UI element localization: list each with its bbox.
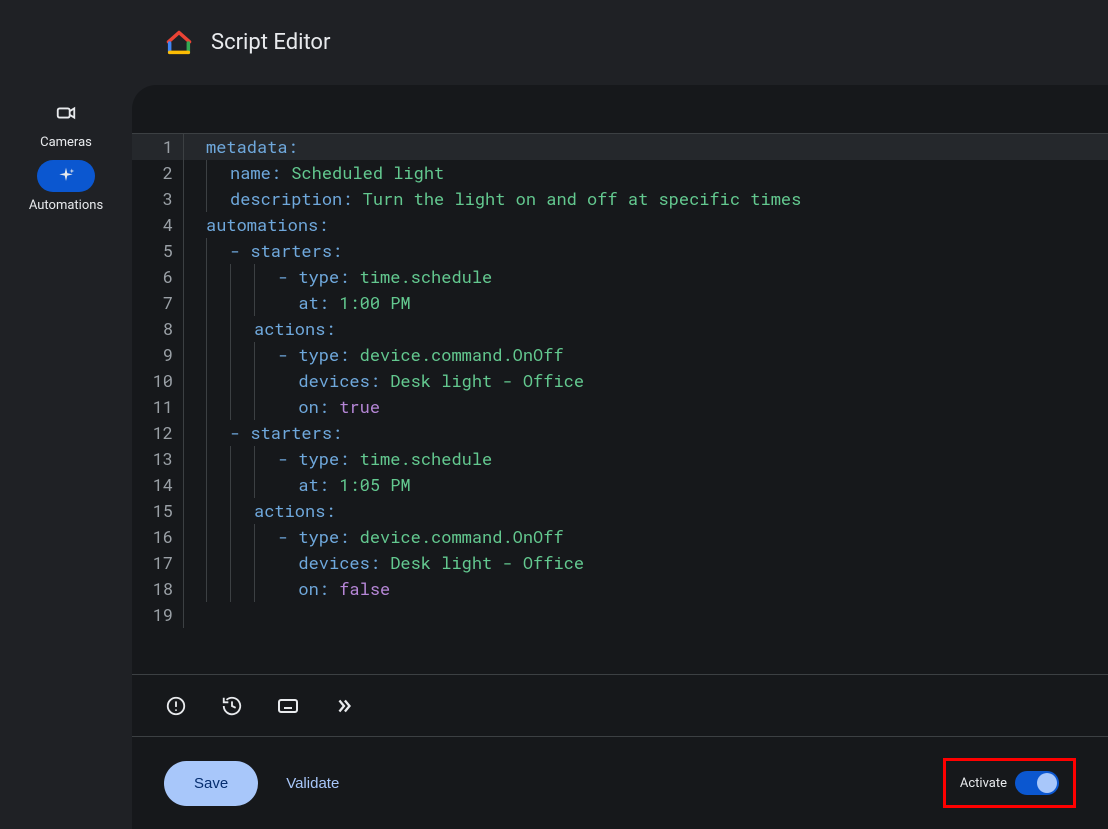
code-line[interactable]: 17 devices: Desk light - Office (132, 550, 1108, 576)
activate-toggle[interactable] (1015, 771, 1059, 795)
line-number: 15 (132, 498, 184, 524)
code-line[interactable]: 8actions: (132, 316, 1108, 342)
code-line[interactable]: 19 (132, 602, 1108, 628)
sidebar: Cameras Automations (0, 85, 132, 829)
line-number: 14 (132, 472, 184, 498)
camera-icon (37, 97, 95, 129)
line-number: 5 (132, 238, 184, 264)
activate-label: Activate (960, 776, 1007, 791)
line-number: 6 (132, 264, 184, 290)
code-line[interactable]: 6- type: time.schedule (132, 264, 1108, 290)
line-number: 19 (132, 602, 184, 628)
line-number: 3 (132, 186, 184, 212)
more-icon[interactable] (332, 694, 356, 718)
code-line[interactable]: 11 on: true (132, 394, 1108, 420)
editor-toolbar (132, 675, 1108, 737)
line-number: 11 (132, 394, 184, 420)
activate-highlight: Activate (943, 758, 1076, 808)
code-line[interactable]: 15actions: (132, 498, 1108, 524)
sidebar-item-automations[interactable]: Automations (29, 160, 103, 213)
line-number: 16 (132, 524, 184, 550)
app-header: Script Editor (0, 0, 1108, 85)
save-button[interactable]: Save (164, 761, 258, 806)
page-title: Script Editor (211, 30, 330, 55)
code-line[interactable]: 3description: Turn the light on and off … (132, 186, 1108, 212)
keyboard-icon[interactable] (276, 694, 300, 718)
line-number: 17 (132, 550, 184, 576)
line-number: 18 (132, 576, 184, 602)
history-icon[interactable] (220, 694, 244, 718)
code-line[interactable]: 10 devices: Desk light - Office (132, 368, 1108, 394)
code-line[interactable]: 18 on: false (132, 576, 1108, 602)
code-line[interactable]: 4automations: (132, 212, 1108, 238)
sidebar-item-cameras[interactable]: Cameras (37, 97, 95, 150)
code-line[interactable]: 5- starters: (132, 238, 1108, 264)
line-number: 7 (132, 290, 184, 316)
error-icon[interactable] (164, 694, 188, 718)
line-number: 4 (132, 212, 184, 238)
code-line[interactable]: 7 at: 1:00 PM (132, 290, 1108, 316)
footer-bar: Save Validate Activate (132, 737, 1108, 829)
line-number: 1 (132, 134, 184, 160)
line-number: 8 (132, 316, 184, 342)
line-number: 13 (132, 446, 184, 472)
code-line[interactable]: 16- type: device.command.OnOff (132, 524, 1108, 550)
code-line[interactable]: 13- type: time.schedule (132, 446, 1108, 472)
code-line[interactable]: 1metadata: (132, 134, 1108, 160)
sparkle-icon (37, 160, 95, 192)
validate-button[interactable]: Validate (286, 775, 339, 792)
google-home-logo-icon (165, 29, 193, 57)
line-number: 10 (132, 368, 184, 394)
main-panel: 1metadata:2name: Scheduled light3descrip… (132, 85, 1108, 829)
line-number: 9 (132, 342, 184, 368)
code-line[interactable]: 2name: Scheduled light (132, 160, 1108, 186)
sidebar-item-label: Automations (29, 198, 103, 213)
code-editor[interactable]: 1metadata:2name: Scheduled light3descrip… (132, 133, 1108, 675)
code-line[interactable]: 12- starters: (132, 420, 1108, 446)
code-line[interactable]: 14 at: 1:05 PM (132, 472, 1108, 498)
line-number: 12 (132, 420, 184, 446)
sidebar-item-label: Cameras (40, 135, 92, 150)
line-number: 2 (132, 160, 184, 186)
code-line[interactable]: 9- type: device.command.OnOff (132, 342, 1108, 368)
